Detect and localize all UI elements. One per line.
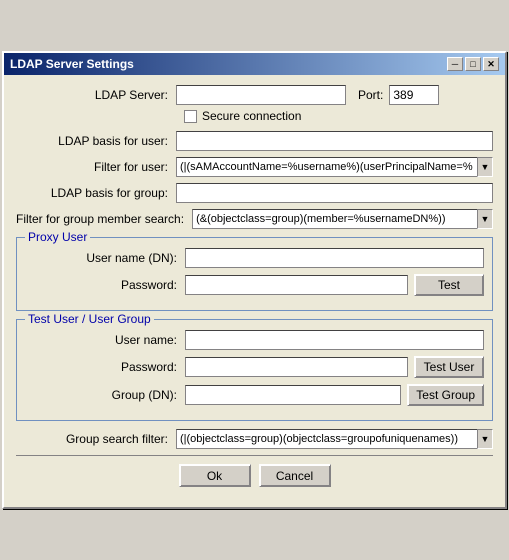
- ldap-basis-user-label: LDAP basis for user:: [16, 134, 176, 148]
- port-label: Port:: [358, 88, 383, 102]
- window-title: LDAP Server Settings: [10, 57, 134, 71]
- test-user-title: Test User / User Group: [25, 312, 154, 326]
- ldap-basis-group-label: LDAP basis for group:: [16, 186, 176, 200]
- test-username-input[interactable]: [185, 330, 484, 350]
- username-dn-label: User name (DN):: [25, 251, 185, 265]
- test-button[interactable]: Test: [414, 274, 484, 296]
- proxy-user-section: Proxy User User name (DN): Password: Tes…: [16, 237, 493, 311]
- username-dn-row: User name (DN):: [25, 248, 484, 268]
- test-user-button[interactable]: Test User: [414, 356, 484, 378]
- secure-connection-label: Secure connection: [202, 109, 301, 123]
- username-dn-input[interactable]: [185, 248, 484, 268]
- filter-group-combo: ▼: [192, 209, 493, 229]
- minimize-button[interactable]: ─: [447, 57, 463, 71]
- cancel-button[interactable]: Cancel: [259, 464, 331, 487]
- proxy-password-input[interactable]: [185, 275, 408, 295]
- filter-user-row: Filter for user: ▼: [16, 157, 493, 177]
- test-user-content: User name: Password: Test User Group (DN…: [25, 330, 484, 406]
- ldap-basis-user-row: LDAP basis for user:: [16, 131, 493, 151]
- test-group-dn-input[interactable]: [185, 385, 401, 405]
- proxy-password-group: Test: [185, 274, 484, 296]
- filter-user-input[interactable]: [176, 157, 477, 177]
- proxy-user-title: Proxy User: [25, 230, 90, 244]
- filter-user-dropdown-btn[interactable]: ▼: [477, 157, 493, 177]
- proxy-password-row: Password: Test: [25, 274, 484, 296]
- test-group-dn-row: Group (DN): Test Group: [25, 384, 484, 406]
- proxy-password-label: Password:: [25, 278, 185, 292]
- content: LDAP Server: Port: Secure connection LDA…: [4, 75, 505, 507]
- ldap-basis-group-input[interactable]: [176, 183, 493, 203]
- ldap-basis-group-row: LDAP basis for group:: [16, 183, 493, 203]
- ldap-server-label: LDAP Server:: [16, 88, 176, 102]
- secure-connection-row: Secure connection: [16, 109, 493, 123]
- test-group-dn-group: Test Group: [185, 384, 484, 406]
- test-password-row: Password: Test User: [25, 356, 484, 378]
- test-group-button[interactable]: Test Group: [407, 384, 484, 406]
- ok-button[interactable]: Ok: [179, 464, 251, 487]
- test-user-section: Test User / User Group User name: Passwo…: [16, 319, 493, 421]
- secure-connection-checkbox[interactable]: [184, 110, 197, 123]
- filter-group-dropdown-btn[interactable]: ▼: [477, 209, 493, 229]
- group-search-filter-label: Group search filter:: [16, 432, 176, 446]
- test-password-label: Password:: [25, 360, 185, 374]
- ldap-basis-user-input[interactable]: [176, 131, 493, 151]
- proxy-user-content: User name (DN): Password: Test: [25, 248, 484, 296]
- test-username-label: User name:: [25, 333, 185, 347]
- title-bar-buttons: ─ □ ✕: [447, 57, 499, 71]
- ldap-server-row: LDAP Server: Port:: [16, 85, 493, 105]
- test-password-group: Test User: [185, 356, 484, 378]
- filter-group-label: Filter for group member search:: [16, 212, 192, 226]
- test-password-input[interactable]: [185, 357, 408, 377]
- maximize-button[interactable]: □: [465, 57, 481, 71]
- title-bar: LDAP Server Settings ─ □ ✕: [4, 53, 505, 75]
- filter-user-combo: ▼: [176, 157, 493, 177]
- group-search-filter-row: Group search filter: ▼: [16, 429, 493, 449]
- filter-group-row: Filter for group member search: ▼: [16, 209, 493, 229]
- filter-user-label: Filter for user:: [16, 160, 176, 174]
- port-input[interactable]: [389, 85, 439, 105]
- group-search-filter-dropdown-btn[interactable]: ▼: [477, 429, 493, 449]
- filter-group-input[interactable]: [192, 209, 477, 229]
- group-search-filter-combo: ▼: [176, 429, 493, 449]
- test-username-row: User name:: [25, 330, 484, 350]
- group-search-filter-input[interactable]: [176, 429, 477, 449]
- test-group-dn-label: Group (DN):: [25, 388, 185, 402]
- ldap-server-input[interactable]: [176, 85, 346, 105]
- footer: Ok Cancel: [16, 455, 493, 497]
- close-button[interactable]: ✕: [483, 57, 499, 71]
- window: LDAP Server Settings ─ □ ✕ LDAP Server: …: [2, 51, 507, 509]
